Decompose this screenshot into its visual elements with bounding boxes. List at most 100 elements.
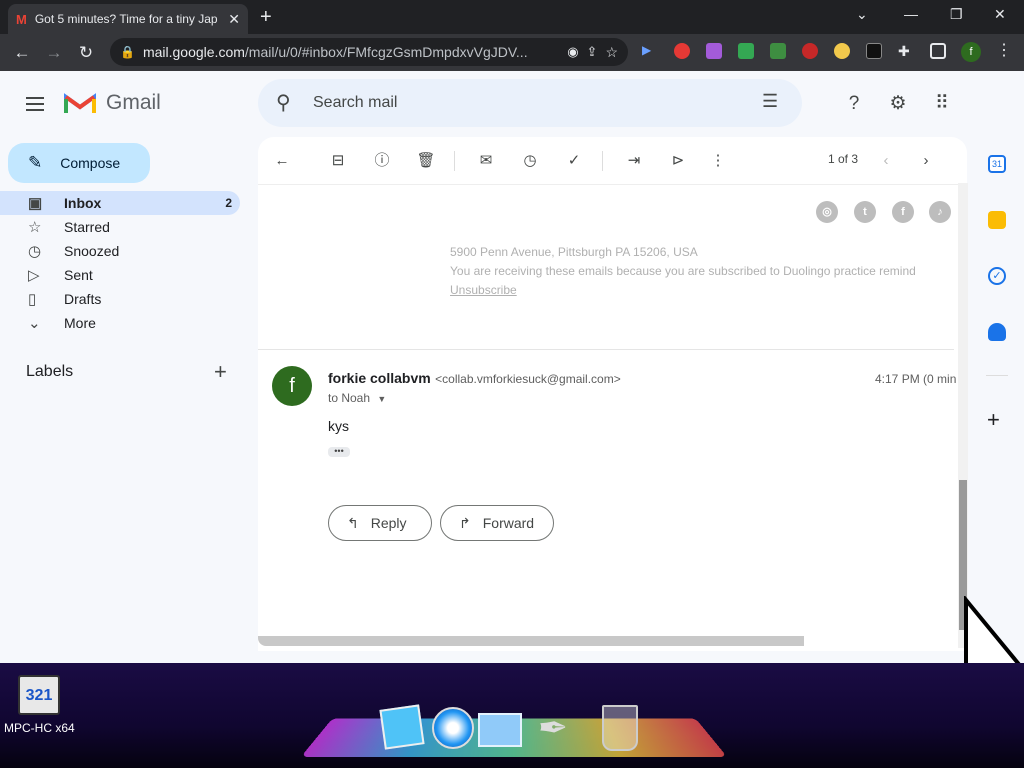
gmail-app: Gmail ⚲ Search mail ☰ ? ⚙ ⠿ f ✎ Compose … xyxy=(0,71,1024,663)
eye-icon[interactable]: ◉ xyxy=(567,44,578,60)
search-options-icon[interactable]: ☰ xyxy=(762,91,778,112)
close-tab-icon[interactable]: ✕ xyxy=(228,11,240,28)
message-pane: ← ⊟ ⓘ 🗑 ✉ ◷ ✓ ⇥ ⊳ ⋮ 1 of 3 ‹ › ◎ t f ♪ 5… xyxy=(258,137,967,651)
reply-label: Reply xyxy=(370,515,407,531)
sidebar-item-label: Starred xyxy=(64,219,110,235)
sidebar-item-label: Drafts xyxy=(64,291,102,307)
contacts-icon[interactable] xyxy=(988,323,1006,341)
horizontal-scrollbar[interactable] xyxy=(258,636,804,646)
new-tab-button[interactable]: + xyxy=(260,6,272,29)
desktop-dock-area: 321 MPC-HC x64 ✒ xyxy=(0,663,1024,768)
tiktok-icon[interactable]: ♪ xyxy=(929,201,951,223)
archive-icon[interactable]: ⊟ xyxy=(328,151,348,171)
reply-button[interactable]: ↰ Reply xyxy=(328,505,432,541)
minimize-window-button[interactable]: — xyxy=(904,6,918,22)
add-label-icon[interactable]: + xyxy=(214,359,227,385)
main-menu-icon[interactable] xyxy=(26,97,44,111)
forward-button[interactable]: ↱ Forward xyxy=(440,505,554,541)
message-divider xyxy=(258,349,954,350)
sidebar-item-inbox[interactable]: ▣ Inbox 2 xyxy=(0,191,240,215)
bookmark-star-icon[interactable]: ☆ xyxy=(605,44,618,61)
url-text[interactable]: mail.google.com/mail/u/0/#inbox/FMfcgzGs… xyxy=(143,44,559,60)
side-panel-icon[interactable] xyxy=(930,43,946,59)
profile-avatar[interactable]: f xyxy=(961,42,981,62)
toolbar-divider xyxy=(602,151,603,171)
back-to-inbox-icon[interactable]: ← xyxy=(272,151,292,171)
extensions-puzzle-icon[interactable]: ✚ xyxy=(898,43,914,59)
extension-dark-icon[interactable] xyxy=(866,43,882,59)
sidebar-item-snoozed[interactable]: ◷ Snoozed xyxy=(0,239,240,263)
older-chevron-icon[interactable]: › xyxy=(916,151,936,171)
safari-compass-icon[interactable] xyxy=(432,707,474,749)
more-options-icon[interactable]: ⋮ xyxy=(708,151,728,171)
extension-red-icon[interactable] xyxy=(802,43,818,59)
restore-window-button[interactable]: ❐ xyxy=(950,6,963,23)
facebook-icon[interactable]: f xyxy=(892,201,914,223)
search-bar[interactable]: ⚲ Search mail ☰ xyxy=(258,79,802,127)
sidebar-item-more[interactable]: ⌄ More xyxy=(0,311,240,335)
apps-grid-icon[interactable]: ⠿ xyxy=(931,93,953,115)
extension-shield-icon[interactable] xyxy=(674,43,690,59)
footer-notice: You are receiving these emails because y… xyxy=(450,264,916,278)
sender-name[interactable]: forkie collabvm xyxy=(328,370,431,386)
extension-image-icon[interactable] xyxy=(770,43,786,59)
tab-search-icon[interactable]: ⌄ xyxy=(856,6,868,23)
pagination-count: 1 of 3 xyxy=(828,152,859,166)
draft-icon: ▯ xyxy=(28,291,37,308)
send-icon: ▷ xyxy=(28,267,40,284)
forward-button[interactable]: → xyxy=(38,43,70,63)
search-icon[interactable]: ⚲ xyxy=(276,90,291,115)
extension-green-icon[interactable] xyxy=(738,43,754,59)
mpc-hc-label[interactable]: MPC-HC x64 xyxy=(4,721,75,735)
mark-unread-icon[interactable]: ✉ xyxy=(476,151,496,171)
report-spam-icon[interactable]: ⓘ xyxy=(372,151,392,171)
back-button[interactable]: ← xyxy=(6,43,38,63)
inbox-icon: ▣ xyxy=(28,195,43,212)
snooze-icon[interactable]: ◷ xyxy=(520,151,540,171)
reload-button[interactable]: ↻ xyxy=(70,43,102,63)
browser-menu-icon[interactable]: ⋮ xyxy=(996,40,1012,59)
photo-app-icon[interactable] xyxy=(379,704,425,750)
sidebar-item-drafts[interactable]: ▯ Drafts xyxy=(0,287,240,311)
tasks-icon[interactable]: ✓ xyxy=(988,267,1006,285)
share-icon[interactable]: ⇪ xyxy=(587,44,598,60)
browser-tab[interactable]: M Got 5 minutes? Time for a tiny Jap ✕ xyxy=(8,4,248,34)
extension-minion-icon[interactable] xyxy=(834,43,850,59)
sender-avatar[interactable]: f xyxy=(272,366,312,406)
label-icon[interactable]: ⊳ xyxy=(668,151,688,171)
close-window-button[interactable]: ✕ xyxy=(994,6,1006,23)
sidebar-item-sent[interactable]: ▷ Sent xyxy=(0,263,240,287)
quill-app-icon[interactable]: ✒ xyxy=(530,707,576,749)
instagram-icon[interactable]: ◎ xyxy=(816,201,838,223)
caret-down-icon[interactable]: ▼ xyxy=(377,394,386,404)
delete-icon[interactable]: 🗑 xyxy=(416,151,436,171)
address-bar[interactable]: 🔒 mail.google.com/mail/u/0/#inbox/FMfcgz… xyxy=(110,38,628,66)
search-input[interactable]: Search mail xyxy=(313,94,397,112)
calendar-icon[interactable]: 31 xyxy=(988,155,1006,173)
move-to-icon[interactable]: ⇥ xyxy=(624,151,644,171)
extension-cursor-icon[interactable]: ▶ xyxy=(642,43,658,59)
unsubscribe-link[interactable]: Unsubscribe xyxy=(450,283,517,297)
compose-label: Compose xyxy=(60,155,121,171)
browser-tabstrip: M Got 5 minutes? Time for a tiny Jap ✕ +… xyxy=(0,0,1024,34)
newer-chevron-icon[interactable]: ‹ xyxy=(876,151,896,171)
help-icon[interactable]: ? xyxy=(843,93,865,115)
get-addons-icon[interactable]: + xyxy=(987,407,1000,433)
labels-heading: Labels xyxy=(26,363,74,380)
sidebar-item-starred[interactable]: ☆ Starred xyxy=(0,215,240,239)
mpc-hc-icon[interactable]: 321 xyxy=(18,675,60,715)
add-task-icon[interactable]: ✓ xyxy=(564,151,584,171)
compose-button[interactable]: ✎ Compose xyxy=(8,143,150,183)
twitter-icon[interactable]: t xyxy=(854,201,876,223)
sidebar-item-label: Snoozed xyxy=(64,243,120,259)
gmail-logo-icon[interactable] xyxy=(64,91,96,115)
extension-purple-icon[interactable] xyxy=(706,43,722,59)
recipient-line[interactable]: to Noah ▼ xyxy=(328,391,386,405)
keep-icon[interactable] xyxy=(988,211,1006,229)
mail-app-icon[interactable] xyxy=(478,713,522,747)
trash-bin-icon[interactable] xyxy=(602,705,638,751)
chevron-down-icon: ⌄ xyxy=(28,315,41,332)
settings-gear-icon[interactable]: ⚙ xyxy=(887,93,909,115)
show-trimmed-icon[interactable]: ••• xyxy=(328,447,350,457)
sender-email: <collab.vmforkiesuck@gmail.com> xyxy=(435,372,621,386)
